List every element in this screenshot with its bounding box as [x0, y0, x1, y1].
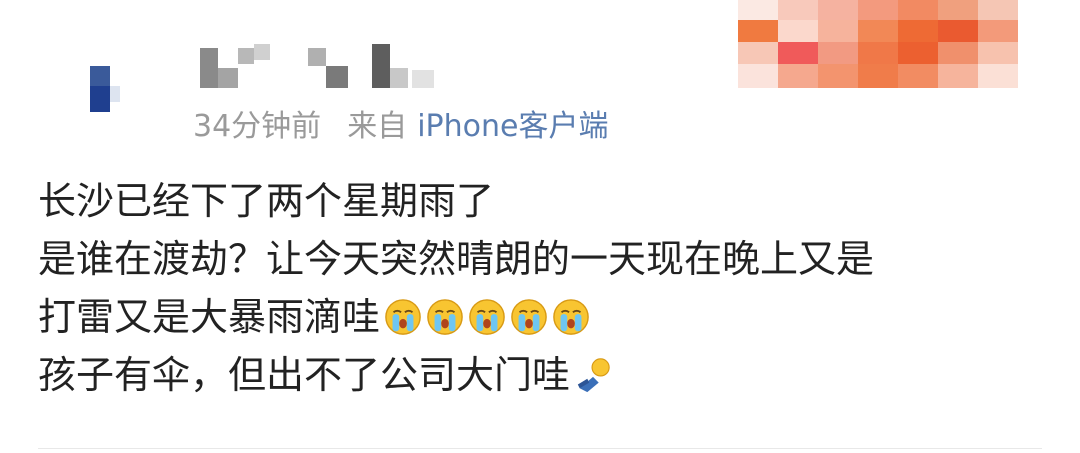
divider [38, 448, 1042, 449]
crying-face-icon [427, 299, 463, 335]
avatar[interactable] [54, 38, 164, 148]
fallen-person-icon [577, 358, 610, 393]
post-time: 34分钟前 [193, 109, 322, 144]
post-line-2-text: 是谁在渡劫？让今天突然晴朗的一天现在晚上又是 [38, 237, 875, 281]
post-line-3: 打雷又是大暴雨滴哇 [38, 288, 1058, 346]
post-meta: 34分钟前 来自 iPhone客户端 [193, 105, 608, 149]
username-redacted[interactable] [196, 40, 476, 90]
post-text: 长沙已经下了两个星期雨了 是谁在渡劫？让今天突然晴朗的一天现在晚上又是 打雷又是… [38, 172, 1058, 404]
post-line-4: 孩子有伞，但出不了公司大门哇 [38, 346, 1058, 404]
post-line-4-text: 孩子有伞，但出不了公司大门哇 [38, 353, 571, 397]
crying-face-icon [469, 299, 505, 335]
client-link[interactable]: iPhone客户端 [417, 109, 608, 144]
crying-face-icon [553, 299, 589, 335]
post-line-2: 是谁在渡劫？让今天突然晴朗的一天现在晚上又是 [38, 230, 1058, 288]
post-line-1-text: 长沙已经下了两个星期雨了 [38, 179, 495, 223]
crying-face-icon [511, 299, 547, 335]
source-label: 来自 [347, 109, 408, 144]
post-line-1: 长沙已经下了两个星期雨了 [38, 172, 1058, 230]
pixelated-thumbnail[interactable] [738, 0, 1028, 90]
crying-face-icon [385, 299, 421, 335]
post-line-3-text: 打雷又是大暴雨滴哇 [38, 295, 381, 339]
